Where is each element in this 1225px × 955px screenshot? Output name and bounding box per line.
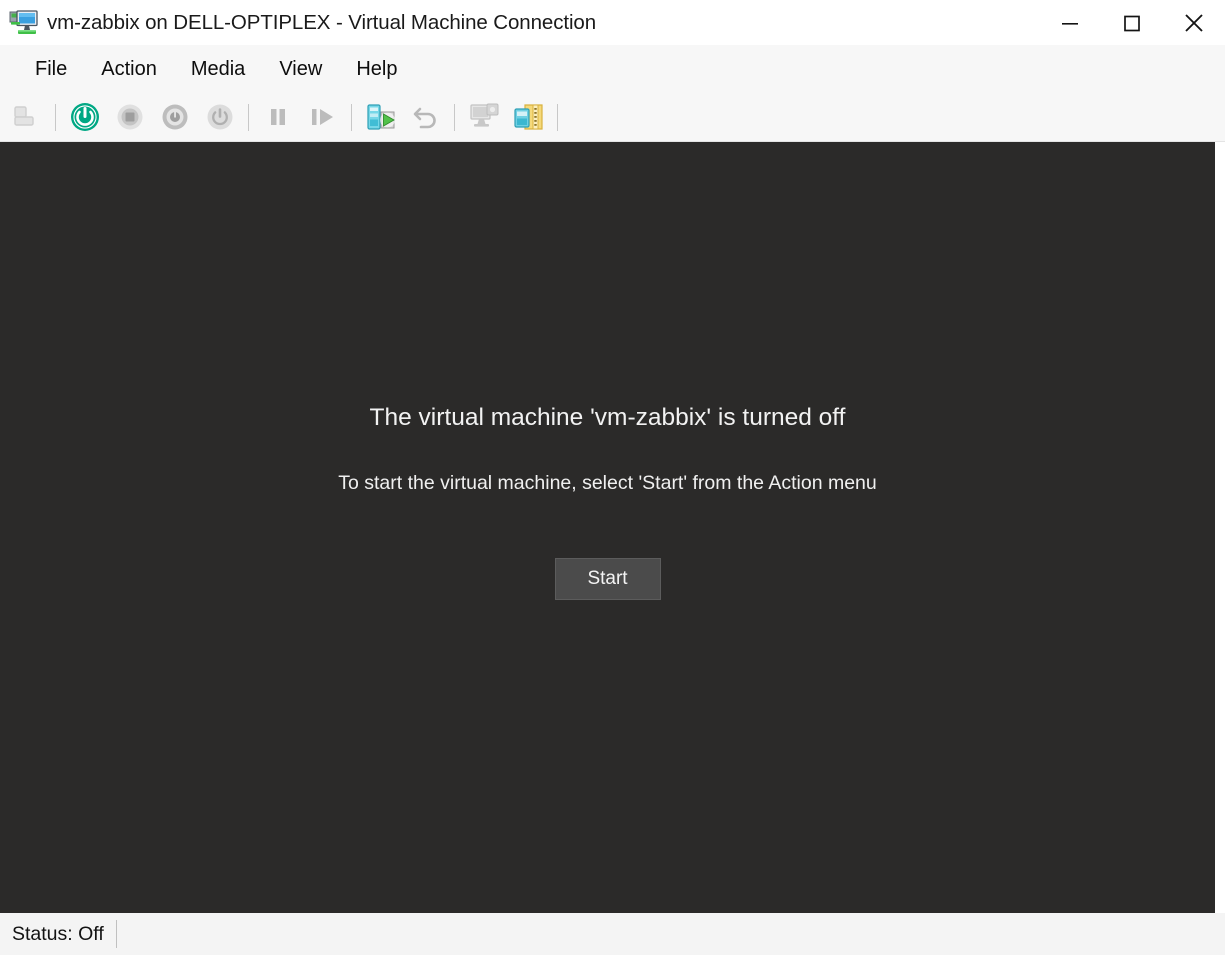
titlebar: vm-zabbix on DELL-OPTIPLEX - Virtual Mac… xyxy=(0,0,1225,45)
toolbar-turn-off-button[interactable] xyxy=(107,96,152,139)
start-power-icon xyxy=(70,103,99,131)
toolbar-separator-3 xyxy=(351,103,352,131)
statusbar: Status: Off xyxy=(0,913,1225,955)
menu-item-help[interactable]: Help xyxy=(339,54,414,85)
toolbar-shut-down-button[interactable] xyxy=(152,96,197,139)
shut-down-icon xyxy=(162,104,187,130)
toolbar-separator-5 xyxy=(557,103,558,131)
toolbar-revert-button[interactable] xyxy=(403,96,448,139)
toolbar-ctrl-alt-del-button[interactable] xyxy=(4,96,49,139)
vm-screen[interactable]: The virtual machine 'vm-zabbix' is turne… xyxy=(0,142,1215,913)
revert-icon xyxy=(413,107,436,129)
virtual-machine-connection-window: vm-zabbix on DELL-OPTIPLEX - Virtual Mac… xyxy=(0,0,1225,955)
reset-icon xyxy=(311,109,333,125)
toolbar-separator-1 xyxy=(55,103,56,131)
vm-status-message: The virtual machine 'vm-zabbix' is turne… xyxy=(369,404,846,431)
toolbar-separator-2 xyxy=(248,103,249,131)
vm-instruction-message: To start the virtual machine, select 'St… xyxy=(338,472,877,494)
menubar: File Action Media View Help xyxy=(0,45,1225,93)
virtual-machine-icon xyxy=(9,9,39,37)
toolbar-checkpoint-button[interactable] xyxy=(358,96,403,139)
status-badge: Status: Off xyxy=(12,922,104,945)
pause-icon xyxy=(270,109,285,125)
toolbar xyxy=(0,93,1225,142)
toolbar-pause-button[interactable] xyxy=(255,96,300,139)
toolbar-start-button[interactable] xyxy=(62,96,107,139)
minimize-icon xyxy=(1062,22,1078,25)
status-separator xyxy=(115,920,117,948)
window-title: vm-zabbix on DELL-OPTIPLEX - Virtual Mac… xyxy=(47,10,597,34)
checkpoint-icon xyxy=(366,104,395,130)
turn-off-icon xyxy=(117,104,142,130)
maximize-button[interactable] xyxy=(1101,0,1163,45)
toolbar-settings-button[interactable] xyxy=(461,96,506,139)
menu-item-action[interactable]: Action xyxy=(84,54,174,85)
settings-icon xyxy=(469,103,498,127)
minimize-button[interactable] xyxy=(1039,0,1101,45)
enhanced-session-icon xyxy=(513,104,543,130)
menu-item-media[interactable]: Media xyxy=(174,54,262,85)
toolbar-reset-button[interactable] xyxy=(300,96,345,139)
save-state-icon xyxy=(207,104,232,130)
menu-item-file[interactable]: File xyxy=(18,54,84,85)
window-controls xyxy=(1039,0,1225,45)
toolbar-save-state-button[interactable] xyxy=(197,96,242,139)
close-button[interactable] xyxy=(1163,0,1225,45)
menu-item-view[interactable]: View xyxy=(262,54,339,85)
maximize-icon xyxy=(1124,15,1140,31)
close-icon xyxy=(1185,13,1203,32)
toolbar-enhanced-session-button[interactable] xyxy=(506,96,551,139)
ctrl-alt-del-icon xyxy=(13,106,34,126)
start-button[interactable]: Start xyxy=(554,558,661,600)
toolbar-separator-4 xyxy=(454,103,455,131)
